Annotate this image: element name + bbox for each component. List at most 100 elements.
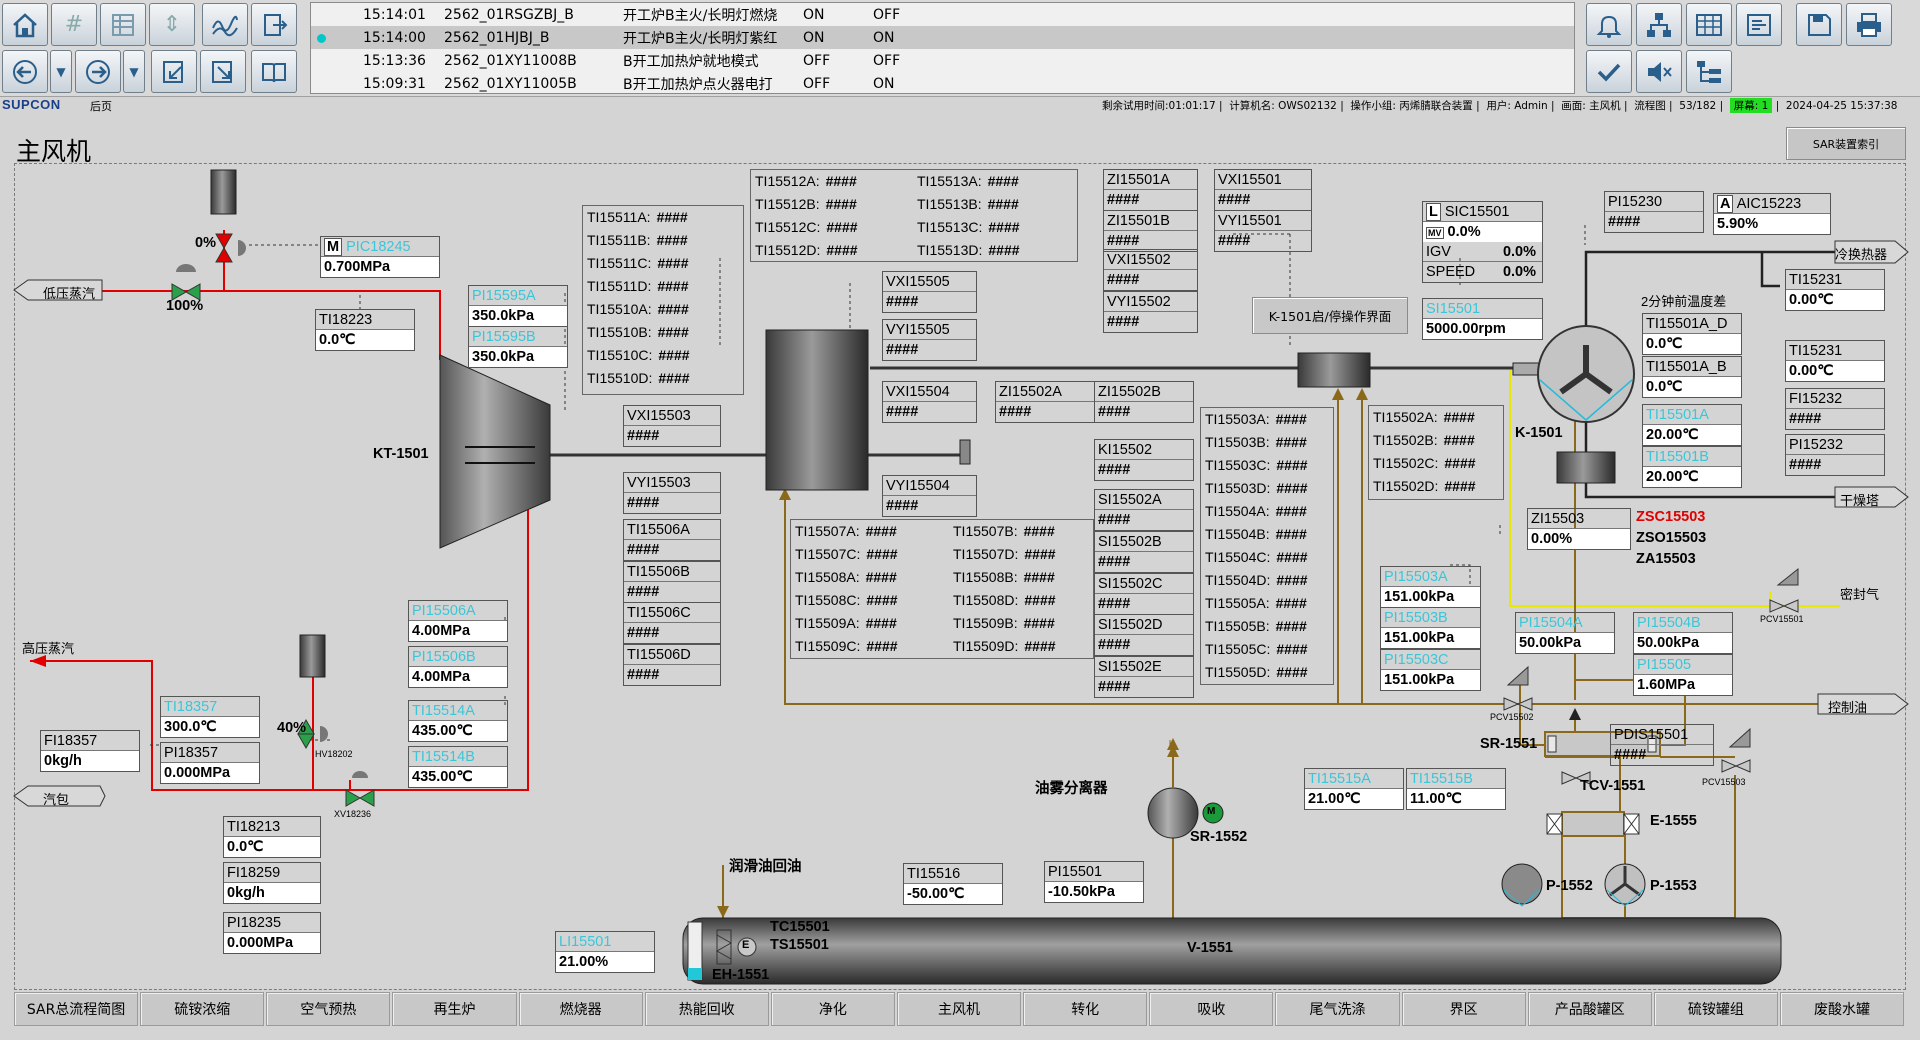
ti15501b-display[interactable]: TI15501B 20.00℃ <box>1642 446 1742 488</box>
nav-button[interactable]: 废酸水罐 <box>1779 992 1905 1026</box>
vxi15504-display[interactable]: VXI15504 #### <box>882 381 977 423</box>
vyi15501-display[interactable]: VYI15501 #### <box>1214 210 1312 252</box>
list-item: TI15503A: #### <box>1201 408 1333 431</box>
ti18223-display[interactable]: TI18223 0.0℃ <box>315 309 415 351</box>
list-value: #### <box>825 173 857 189</box>
steam-silencer <box>210 169 237 215</box>
ti15514b-display[interactable]: TI15514B 435.00℃ <box>408 746 508 788</box>
nav-button[interactable]: 净化 <box>770 992 895 1026</box>
pi15504b-display[interactable]: PI15504B 50.00kPa <box>1633 612 1733 654</box>
nav-button[interactable]: 吸收 <box>1149 992 1274 1026</box>
pi15230-display[interactable]: PI15230 #### <box>1604 191 1704 233</box>
vxi15503-display[interactable]: VXI15503 #### <box>623 405 721 447</box>
dryer-label: 干燥塔 <box>1840 493 1880 508</box>
aic15223-controller[interactable]: A AIC15223 5.90% <box>1713 193 1831 235</box>
pi15232-display[interactable]: PI15232 #### <box>1785 434 1885 476</box>
ti15515a-display[interactable]: TI15515A 21.00℃ <box>1304 768 1404 810</box>
nav-button[interactable]: 硫铵罐组 <box>1653 992 1778 1026</box>
pic18245-controller[interactable]: M PIC18245 0.700MPa <box>320 236 440 278</box>
ti18213-display[interactable]: TI18213 0.0℃ <box>223 816 321 858</box>
si15502e-display[interactable]: SI15502E #### <box>1094 656 1194 698</box>
seal-gas-label: 密封气 <box>1840 587 1880 602</box>
fi18259-display[interactable]: FI18259 0kg/h <box>223 862 321 904</box>
pi15595a-display[interactable]: PI15595A 350.0kPa <box>468 285 568 327</box>
ki15502-display[interactable]: KI15502 #### <box>1094 439 1194 481</box>
k1501-start-stop-button[interactable]: K-1501启/停操作界面 <box>1252 297 1408 334</box>
list-value: #### <box>1443 432 1475 448</box>
si15502d-display[interactable]: SI15502D #### <box>1094 614 1194 656</box>
zi15502a-display[interactable]: ZI15502A #### <box>995 381 1095 423</box>
sr1551-label: SR-1551 <box>1480 736 1538 752</box>
pi15506b-display[interactable]: PI15506B 4.00MPa <box>408 646 508 688</box>
ti18357-display[interactable]: TI18357 300.0℃ <box>160 696 260 738</box>
vxi15502-display[interactable]: VXI15502 #### <box>1103 249 1198 291</box>
ti15516-display[interactable]: TI15516 -50.00℃ <box>903 863 1003 905</box>
nav-button[interactable]: 界区 <box>1401 992 1526 1026</box>
pi15503a-display[interactable]: PI15503A 151.00kPa <box>1380 566 1481 608</box>
nav-button[interactable]: 空气预热 <box>266 992 391 1026</box>
ti15231b-display[interactable]: TI15231 0.00℃ <box>1785 340 1885 382</box>
tag-label: VXI15504 <box>883 382 976 402</box>
ti15506a-display[interactable]: TI15506A #### <box>623 519 721 561</box>
temp-diff-label: 2分钟前温度差 <box>1641 294 1727 309</box>
si15502a-display[interactable]: SI15502A #### <box>1094 489 1194 531</box>
ti15515b-display[interactable]: TI15515B 11.00℃ <box>1406 768 1506 810</box>
value-readout: 151.00kPa <box>1381 670 1480 690</box>
pi15506a-display[interactable]: PI15506A 4.00MPa <box>408 600 508 642</box>
pi15503c-display[interactable]: PI15503C 151.00kPa <box>1380 649 1481 691</box>
vyi15503-display[interactable]: VYI15503 #### <box>623 472 721 514</box>
vxi15501-display[interactable]: VXI15501 #### <box>1214 169 1312 211</box>
pi15503b-display[interactable]: PI15503B 151.00kPa <box>1380 607 1481 649</box>
ti15231a-display[interactable]: TI15231 0.00℃ <box>1785 269 1885 311</box>
list-tag: TI15511B: <box>587 232 651 248</box>
list-tag: TI15507D: <box>953 546 1019 562</box>
pi15504a-display[interactable]: PI15504A 50.00kPa <box>1515 612 1615 654</box>
ti15501a-d-display[interactable]: TI15501A_D 0.0℃ <box>1642 313 1742 355</box>
nav-button[interactable]: 燃烧器 <box>518 992 643 1026</box>
nav-button[interactable]: SAR总流程简图 <box>14 992 139 1026</box>
value-readout: 151.00kPa <box>1381 628 1480 648</box>
nav-button[interactable]: 再生炉 <box>392 992 517 1026</box>
vyi15504-display[interactable]: VYI15504 #### <box>882 475 977 517</box>
nav-button[interactable]: 硫铵浓缩 <box>140 992 265 1026</box>
ti15501a-display[interactable]: TI15501A 20.00℃ <box>1642 404 1742 446</box>
mv-value: 0.0% <box>1447 224 1481 240</box>
nav-button[interactable]: 产品酸罐区 <box>1527 992 1652 1026</box>
nav-button[interactable]: 主风机 <box>896 992 1022 1026</box>
li15501-display[interactable]: LI15501 21.00% <box>555 931 655 973</box>
tag-label: AIC15223 <box>1736 196 1802 212</box>
tag-label: VYI15503 <box>624 473 720 493</box>
si15502c-display[interactable]: SI15502C #### <box>1094 573 1194 615</box>
fi15232-display[interactable]: FI15232 #### <box>1785 388 1885 430</box>
pi18235-display[interactable]: PI18235 0.000MPa <box>223 912 321 954</box>
pi18357-display[interactable]: PI18357 0.000MPa <box>160 742 260 784</box>
ti15506b-display[interactable]: TI15506B #### <box>623 561 721 603</box>
si15501-display[interactable]: SI15501 5000.00rpm <box>1422 298 1543 340</box>
ti15501a-b-display[interactable]: TI15501A_B 0.0℃ <box>1642 356 1742 398</box>
ti15506d-display[interactable]: TI15506D #### <box>623 644 721 686</box>
pi15595b-display[interactable]: PI15595B 350.0kPa <box>468 326 568 368</box>
ti15514a-display[interactable]: TI15514A 435.00℃ <box>408 700 508 742</box>
value-readout: #### <box>886 404 919 420</box>
pi15505-display[interactable]: PI15505 1.60MPa <box>1633 654 1733 696</box>
sic15501-controller[interactable]: L SIC15501 MV 0.0% IGV 0.0% SPEED 0.0% <box>1422 201 1543 283</box>
vyi15505-display[interactable]: VYI15505 #### <box>882 319 977 361</box>
ti15506c-display[interactable]: TI15506C #### <box>623 602 721 644</box>
fi18357-display[interactable]: FI18357 0kg/h <box>40 730 140 772</box>
list-tag: TI15510B: <box>587 324 652 340</box>
si15502b-display[interactable]: SI15502B #### <box>1094 531 1194 573</box>
nav-button[interactable]: 尾气洗涤 <box>1275 992 1400 1026</box>
vxi15505-display[interactable]: VXI15505 #### <box>882 271 977 313</box>
zi15503-display[interactable]: ZI15503 0.00% <box>1527 508 1631 550</box>
vyi15502-display[interactable]: VYI15502 #### <box>1103 291 1198 333</box>
list-item: TI15503D: #### <box>1201 477 1333 500</box>
zi15501a-display[interactable]: ZI15501A #### <box>1103 169 1198 211</box>
pi15501-display[interactable]: PI15501 -10.50kPa <box>1044 861 1144 903</box>
zi15501b-display[interactable]: ZI15501B #### <box>1103 210 1198 252</box>
nav-button[interactable]: 转化 <box>1023 992 1148 1026</box>
list-tag: TI15509B: <box>953 615 1018 631</box>
zi15502b-display[interactable]: ZI15502B #### <box>1094 381 1194 423</box>
value-readout: #### <box>1614 747 1647 763</box>
pdis15501-display[interactable]: PDIS15501 #### <box>1610 724 1714 766</box>
nav-button[interactable]: 热能回收 <box>644 992 769 1026</box>
